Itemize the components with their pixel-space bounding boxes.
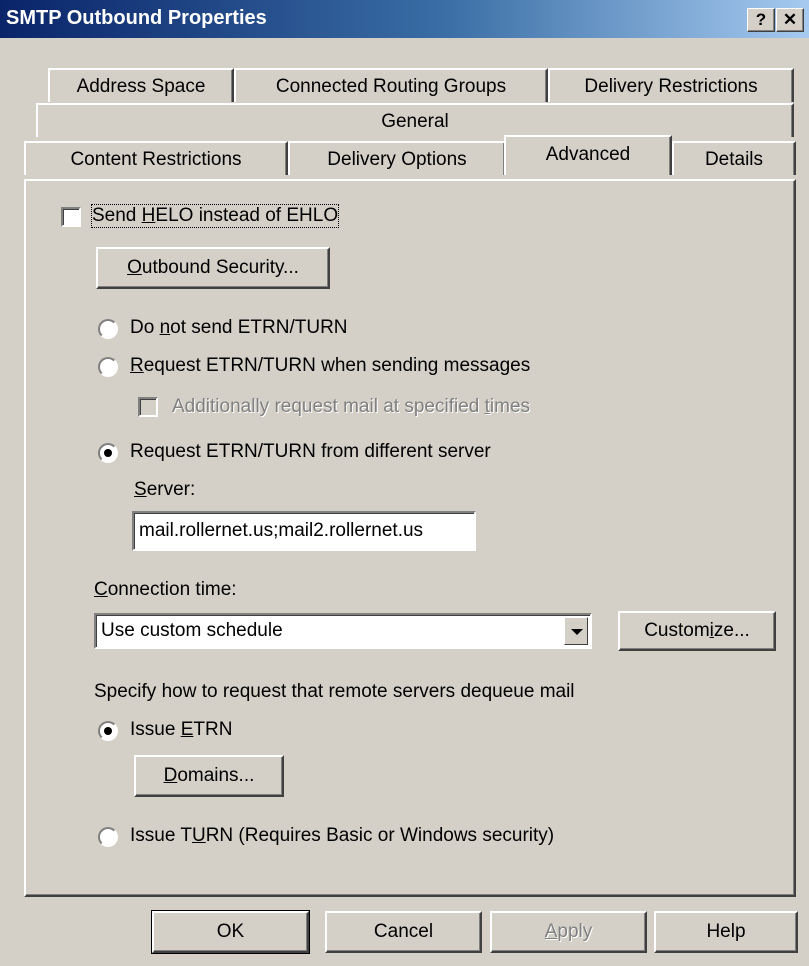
additional-request-label: Additionally request mail at specified t… (172, 396, 531, 417)
radio-request-different-server-label: Request ETRN/TURN from different server (130, 441, 491, 462)
title-bar: SMTP Outbound Properties ? ✕ (0, 0, 809, 38)
server-label: Server: (134, 479, 196, 500)
radio-selected-dot (104, 449, 112, 457)
help-button[interactable]: Help (654, 911, 798, 953)
helo-checkbox-label[interactable]: Send HELO instead of EHLO (90, 204, 340, 228)
tab-label: General (381, 111, 449, 132)
tab-label: Details (704, 149, 764, 170)
tab-general[interactable]: General (36, 103, 794, 137)
apply-button[interactable]: Apply (490, 911, 647, 953)
tab-delivery-restrictions[interactable]: Delivery Restrictions (548, 68, 794, 102)
window-title: SMTP Outbound Properties (6, 7, 267, 29)
radio-selected-dot (104, 727, 112, 735)
tab-label: Content Restrictions (70, 149, 242, 170)
advanced-panel: Send HELO instead of EHLO Outbound Secur… (24, 179, 796, 897)
tab-details[interactable]: Details (672, 141, 796, 175)
domains-button[interactable]: Domains... (134, 755, 284, 797)
helo-checkbox[interactable] (61, 207, 81, 227)
tab-label: Delivery Options (327, 149, 467, 170)
server-input[interactable]: mail.rollernet.us;mail2.rollernet.us (132, 511, 476, 551)
tab-advanced[interactable]: Advanced (504, 135, 672, 175)
dequeue-instruction: Specify how to request that remote serve… (94, 681, 575, 702)
radio-do-not-send[interactable] (98, 319, 118, 339)
connection-time-select[interactable]: Use custom schedule (94, 613, 592, 649)
tab-content-restrictions[interactable]: Content Restrictions (24, 141, 288, 175)
tab-label: Advanced (545, 144, 631, 165)
radio-do-not-send-label: Do not send ETRN/TURN (130, 317, 348, 338)
close-icon[interactable]: ✕ (776, 8, 804, 32)
radio-request-when-sending[interactable] (98, 357, 118, 377)
radio-issue-turn[interactable] (98, 827, 118, 847)
tab-label: Connected Routing Groups (275, 76, 507, 97)
radio-request-different-server[interactable] (98, 443, 118, 463)
connection-time-label: Connection time: (94, 579, 237, 600)
radio-request-when-sending-label: Request ETRN/TURN when sending messages (130, 355, 531, 376)
tab-label: Delivery Restrictions (584, 76, 758, 97)
outbound-security-button[interactable]: Outbound Security... (96, 247, 330, 289)
ok-button[interactable]: OK (151, 910, 310, 954)
tab-delivery-options[interactable]: Delivery Options (288, 141, 506, 175)
connection-time-value: Use custom schedule (101, 620, 283, 641)
chevron-down-icon[interactable] (564, 617, 588, 645)
cancel-button[interactable]: Cancel (325, 911, 482, 953)
tab-label: Address Space (76, 76, 206, 97)
tab-connected-routing-groups[interactable]: Connected Routing Groups (234, 68, 548, 102)
radio-issue-etrn[interactable] (98, 721, 118, 741)
tab-address-space[interactable]: Address Space (48, 68, 234, 102)
radio-issue-turn-label: Issue TURN (Requires Basic or Windows se… (130, 825, 555, 846)
radio-issue-etrn-label: Issue ETRN (130, 719, 233, 740)
help-icon[interactable]: ? (747, 8, 775, 32)
additional-request-checkbox[interactable] (138, 397, 158, 417)
customize-button[interactable]: Customize... (618, 611, 776, 651)
